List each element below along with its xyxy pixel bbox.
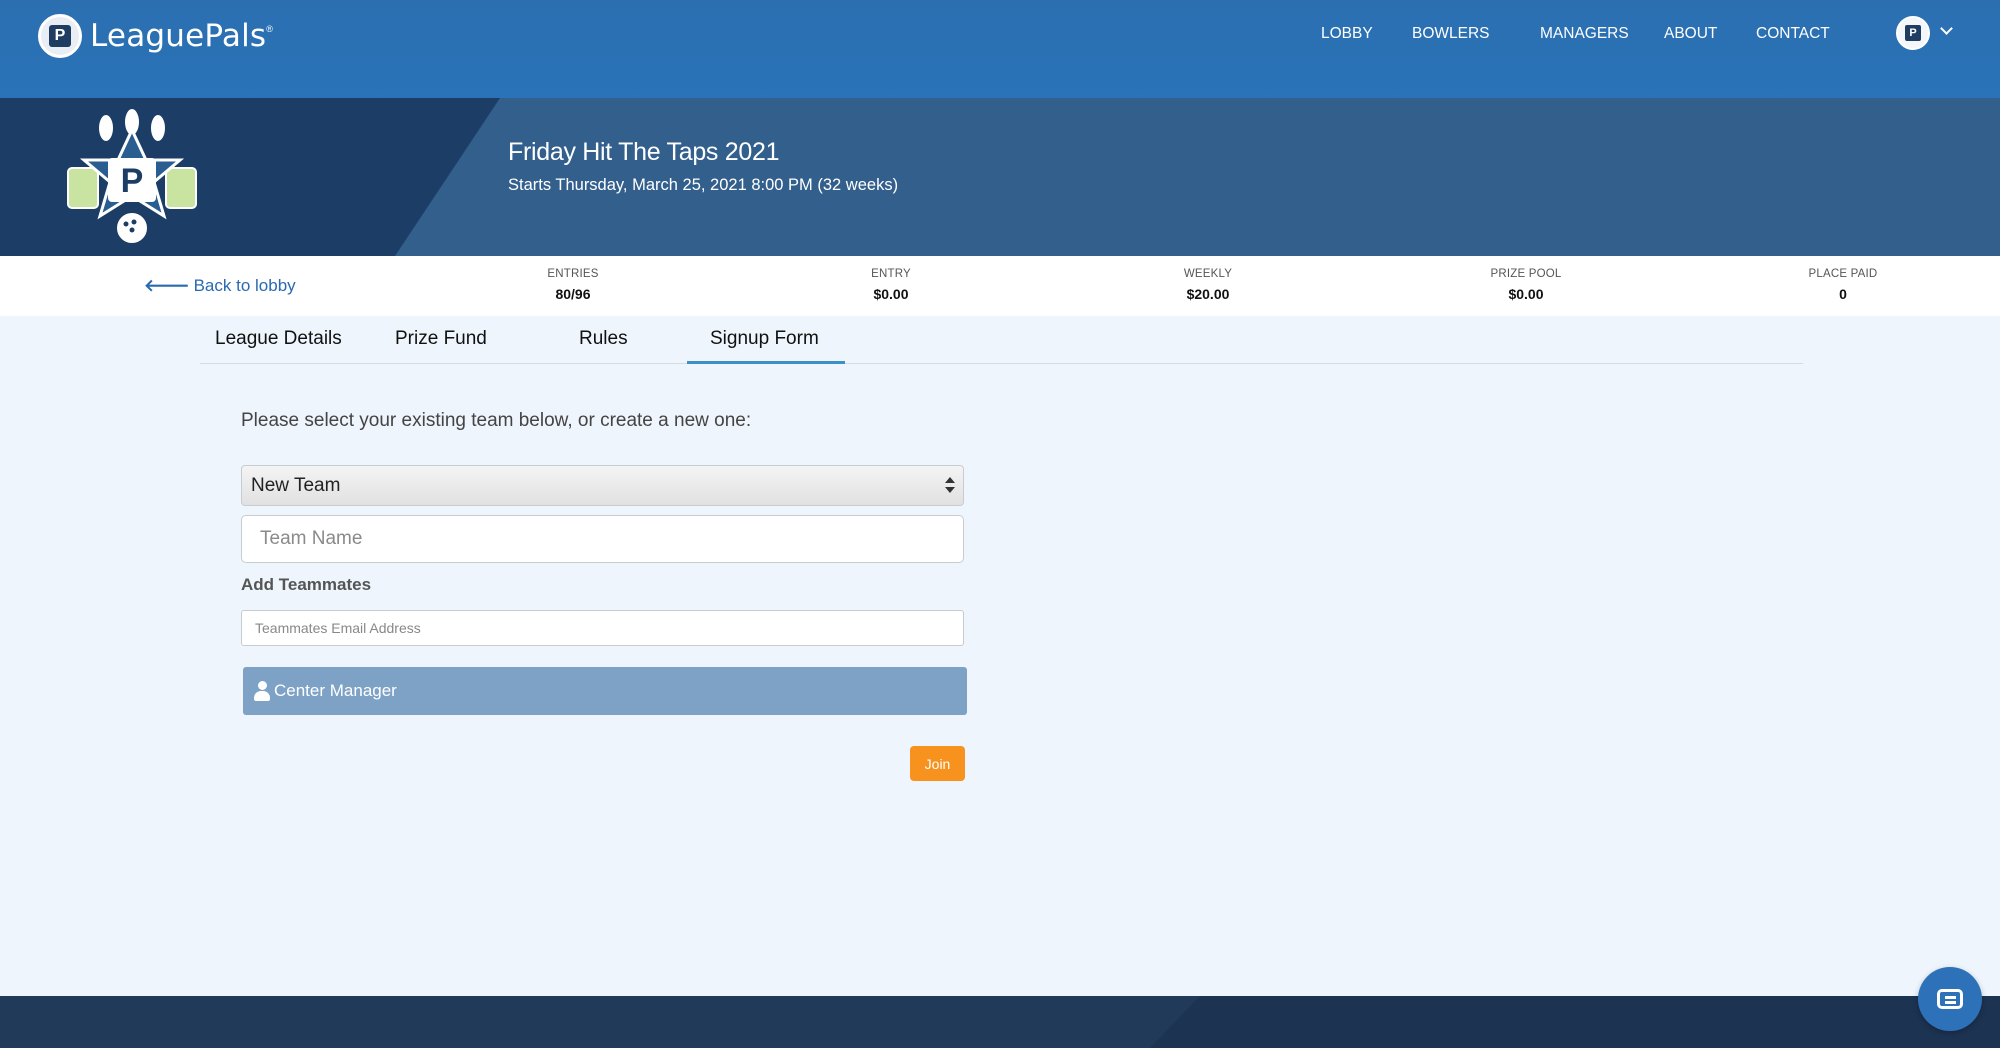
- stat-label: ENTRIES: [547, 268, 599, 280]
- stat-value: $0.00: [873, 286, 909, 302]
- back-to-lobby-label: Back to lobby: [193, 276, 296, 295]
- footer: [0, 996, 2000, 1048]
- tab-prize-fund[interactable]: Prize Fund: [395, 328, 487, 350]
- league-tabs: League Details Prize Fund Rules Signup F…: [200, 316, 1803, 364]
- chevron-down-icon: [1940, 21, 1953, 35]
- avatar: P: [1896, 16, 1930, 50]
- brand-name: LeaguePals: [90, 18, 267, 54]
- stat-value: 80/96: [555, 286, 591, 302]
- join-button[interactable]: Join: [910, 746, 965, 781]
- stat-weekly: WEEKLY $20.00: [1128, 268, 1288, 302]
- nav-contact[interactable]: CONTACT: [1756, 25, 1830, 43]
- nav-bowlers[interactable]: BOWLERS: [1412, 25, 1490, 43]
- select-arrows-icon: [945, 476, 955, 496]
- league-stats-bar: 🡐 Back to lobby ENTRIES 80/96 ENTRY $0.0…: [0, 256, 2000, 316]
- stat-place-paid: PLACE PAID 0: [1763, 268, 1923, 302]
- league-star-logo-icon: P: [67, 108, 197, 245]
- stat-label: PRIZE POOL: [1490, 268, 1562, 280]
- user-icon: [254, 681, 270, 701]
- team-select-value: New Team: [251, 475, 341, 496]
- active-tab-indicator: [687, 361, 845, 364]
- tab-league-details[interactable]: League Details: [215, 328, 342, 350]
- tab-rules[interactable]: Rules: [579, 328, 628, 350]
- nav-managers[interactable]: MANAGERS: [1540, 25, 1629, 43]
- top-navbar: P LeaguePals ® LOBBY BOWLERS MANAGERS ABO…: [0, 0, 2000, 98]
- center-manager-button[interactable]: Center Manager: [243, 667, 967, 715]
- chat-icon: [1937, 989, 1963, 1009]
- stat-entry: ENTRY $0.00: [811, 268, 971, 302]
- teammate-email-input[interactable]: [241, 610, 964, 646]
- add-teammates-label: Add Teammates: [241, 575, 372, 594]
- brand[interactable]: P LeaguePals ®: [38, 14, 273, 58]
- nav-lobby[interactable]: LOBBY: [1321, 25, 1373, 43]
- tab-signup-form[interactable]: Signup Form: [710, 328, 819, 350]
- stat-label: WEEKLY: [1183, 268, 1233, 280]
- chat-button[interactable]: [1918, 967, 1982, 1031]
- league-start-date: Starts Thursday, March 25, 2021 8:00 PM …: [508, 176, 899, 194]
- league-title: Friday Hit The Taps 2021: [508, 138, 780, 166]
- stat-entries: ENTRIES 80/96: [493, 268, 653, 302]
- back-to-lobby-link[interactable]: 🡐 Back to lobby: [144, 276, 296, 296]
- league-banner: P Friday Hit The Taps 2021 Starts Thursd…: [0, 98, 2000, 256]
- center-manager-label: Center Manager: [274, 681, 397, 700]
- footer-dark-panel: [1150, 996, 2000, 1048]
- nav-about[interactable]: ABOUT: [1664, 25, 1717, 43]
- arrow-left-icon: 🡐: [144, 276, 190, 295]
- stat-value: $20.00: [1186, 286, 1230, 302]
- stat-value: $0.00: [1508, 286, 1544, 302]
- team-name-input[interactable]: [241, 515, 964, 563]
- stat-prize-pool: PRIZE POOL $0.00: [1446, 268, 1606, 302]
- svg-text:P: P: [121, 162, 144, 200]
- user-menu[interactable]: P: [1896, 16, 1953, 50]
- stat-value: 0: [1839, 286, 1847, 302]
- leaguepals-logo-icon: P: [38, 14, 82, 58]
- form-intro-text: Please select your existing team below, …: [241, 410, 752, 431]
- stat-label: PLACE PAID: [1808, 268, 1878, 280]
- stat-label: ENTRY: [871, 268, 911, 280]
- team-select[interactable]: New Team: [241, 465, 964, 506]
